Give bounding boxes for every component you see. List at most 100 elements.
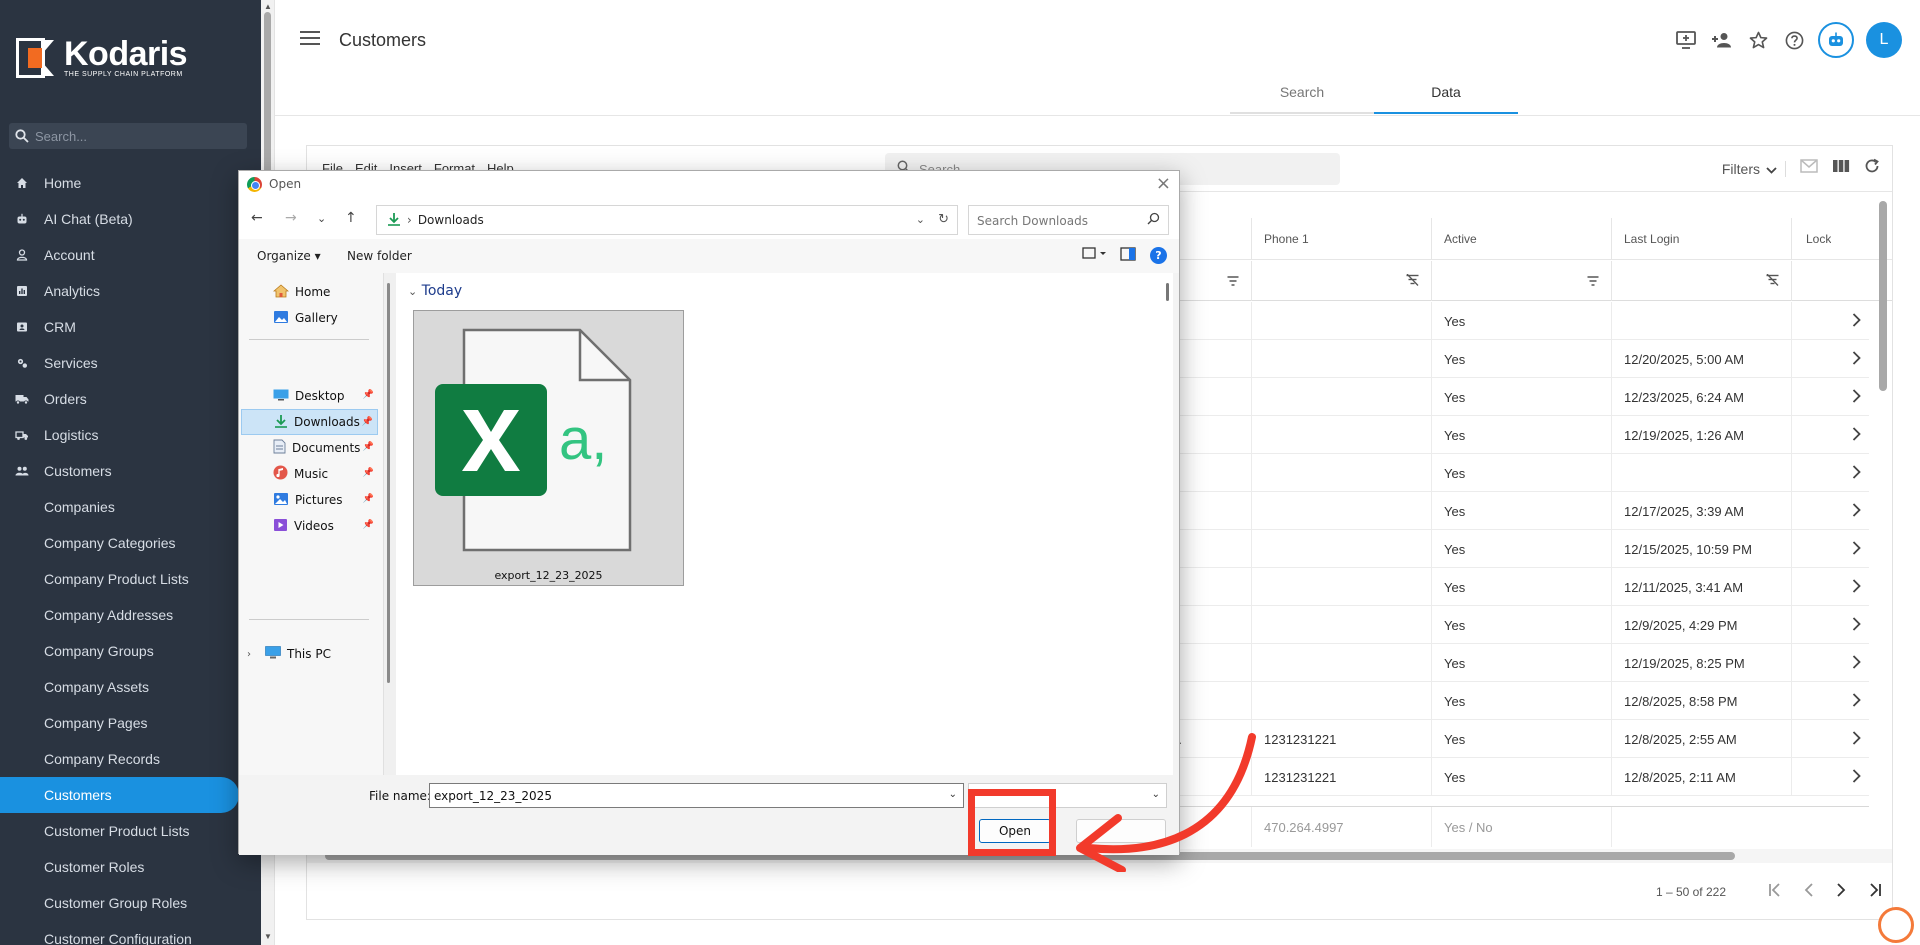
preview-pane-icon[interactable] (1120, 246, 1136, 265)
organize-button[interactable]: Organize ▾ (257, 249, 321, 263)
sidebar-subitem-company-addresses[interactable]: Company Addresses (0, 597, 261, 633)
row-chevron-right-icon[interactable] (1852, 617, 1861, 634)
refresh-icon[interactable] (1864, 158, 1880, 179)
downloads-search-box[interactable]: Search Downloads (968, 205, 1169, 235)
column-header-active[interactable]: Active (1431, 218, 1611, 260)
sidebar-subitem-company-records[interactable]: Company Records (0, 741, 261, 777)
pin-icon[interactable]: 📌 (363, 494, 374, 504)
sidebar-search-input[interactable] (35, 128, 235, 144)
sidebar-subitem-company-pages[interactable]: Company Pages (0, 705, 261, 741)
sidebar-subitem-customer-roles[interactable]: Customer Roles (0, 849, 261, 885)
sidebar-subitem-customer-product-lists[interactable]: Customer Product Lists (0, 813, 261, 849)
pin-icon[interactable]: 📌 (363, 520, 374, 530)
filter-cell-last-login[interactable] (1611, 261, 1791, 301)
add-person-icon[interactable] (1710, 28, 1734, 52)
forward-arrow-icon[interactable]: → (285, 210, 297, 226)
sidebar-item-logistics[interactable]: Logistics (0, 417, 261, 453)
filter-off-icon[interactable] (1406, 273, 1419, 291)
address-dropdown-icon[interactable]: ⌄ (916, 213, 925, 226)
back-arrow-icon[interactable]: ← (251, 210, 263, 226)
file-tile-export[interactable]: a, export_12_23_2025 (413, 310, 684, 586)
columns-icon[interactable] (1832, 159, 1850, 178)
tab-search[interactable]: Search (1230, 78, 1374, 114)
sidebar-subitem-company-groups[interactable]: Company Groups (0, 633, 261, 669)
sidebar-item-home[interactable]: Home (0, 165, 261, 201)
filter-icon[interactable] (1587, 273, 1599, 291)
row-chevron-right-icon[interactable] (1852, 389, 1861, 406)
nav-item-gallery[interactable]: Gallery (273, 305, 378, 331)
previous-page-icon[interactable] (1804, 883, 1814, 900)
file-list-scrollbar[interactable] (1163, 273, 1173, 775)
add-screen-icon[interactable] (1674, 28, 1698, 52)
pin-icon[interactable]: 📌 (362, 417, 373, 427)
row-chevron-right-icon[interactable] (1852, 693, 1861, 710)
row-chevron-right-icon[interactable] (1852, 541, 1861, 558)
sidebar-item-account[interactable]: Account (0, 237, 261, 273)
nav-item-home[interactable]: Home (272, 279, 378, 305)
row-chevron-right-icon[interactable] (1852, 655, 1861, 672)
first-page-icon[interactable] (1768, 883, 1782, 900)
nav-item-this-pc[interactable]: › This PC (247, 641, 377, 667)
next-page-icon[interactable] (1836, 883, 1846, 900)
nav-item-videos[interactable]: Videos 📌 (273, 513, 378, 539)
row-chevron-right-icon[interactable] (1852, 465, 1861, 482)
row-chevron-right-icon[interactable] (1852, 579, 1861, 596)
sidebar-item-customers[interactable]: Customers (0, 453, 261, 489)
kodaris-logo[interactable]: Kodaris THE SUPPLY CHAIN PLATFORM (15, 37, 188, 79)
user-avatar[interactable]: L (1866, 22, 1902, 58)
grid-vertical-scrollbar[interactable] (1876, 181, 1890, 821)
ai-assistant-robot-icon[interactable] (1818, 22, 1854, 58)
navigation-pane-scrollbar[interactable] (384, 273, 396, 775)
sidebar-search[interactable] (9, 123, 247, 149)
sidebar-item-analytics[interactable]: Analytics (0, 273, 261, 309)
nav-item-music[interactable]: Music 📌 (273, 461, 378, 487)
file-name-dropdown-icon[interactable]: ⌄ (949, 789, 957, 800)
scroll-up-arrow-icon[interactable]: ▲ (263, 2, 273, 12)
address-bar[interactable]: › Downloads ⌄ ↻ (376, 205, 958, 235)
nav-item-downloads[interactable]: Downloads 📌 (241, 409, 378, 435)
sidebar-subitem-customers[interactable]: Customers (0, 777, 239, 813)
row-chevron-right-icon[interactable] (1852, 427, 1861, 444)
star-icon[interactable] (1746, 28, 1770, 52)
mail-icon[interactable] (1800, 159, 1818, 178)
help-icon[interactable]: ? (1150, 247, 1167, 264)
filter-cell-active[interactable] (1431, 261, 1611, 301)
grid-vertical-scroll-thumb[interactable] (1879, 201, 1887, 391)
row-chevron-right-icon[interactable] (1852, 769, 1861, 786)
nav-item-pictures[interactable]: Pictures 📌 (273, 487, 378, 513)
group-header-today[interactable]: ⌄ Today (408, 283, 462, 299)
sidebar-subitem-companies[interactable]: Companies (0, 489, 261, 525)
row-chevron-right-icon[interactable] (1852, 351, 1861, 368)
column-header-phone1[interactable]: Phone 1 (1251, 218, 1431, 260)
view-mode-icon[interactable] (1082, 246, 1106, 265)
sidebar-subitem-company-categories[interactable]: Company Categories (0, 525, 261, 561)
last-page-icon[interactable] (1868, 883, 1882, 900)
support-chat-bubble-icon[interactable] (1878, 907, 1914, 943)
row-chevron-right-icon[interactable] (1852, 313, 1861, 330)
sidebar-item-crm[interactable]: CRM (0, 309, 261, 345)
sidebar-subitem-company-assets[interactable]: Company Assets (0, 669, 261, 705)
tab-data[interactable]: Data (1374, 78, 1518, 114)
nav-item-documents[interactable]: Documents 📌 (273, 435, 378, 461)
sidebar-item-services[interactable]: Services (0, 345, 261, 381)
scroll-down-arrow-icon[interactable]: ▼ (263, 932, 273, 942)
hamburger-menu-icon[interactable] (300, 31, 320, 47)
filter-off-icon[interactable] (1766, 273, 1779, 291)
sidebar-subitem-customer-configuration[interactable]: Customer Configuration (0, 921, 261, 945)
sidebar-item-ai-chat[interactable]: AI Chat (Beta) (0, 201, 261, 237)
filter-icon[interactable] (1227, 273, 1239, 291)
column-header-last-login[interactable]: Last Login (1611, 218, 1791, 260)
row-chevron-right-icon[interactable] (1852, 731, 1861, 748)
file-name-input[interactable]: export_12_23_2025 ⌄ (429, 783, 964, 808)
filter-cell-lock[interactable] (1791, 261, 1831, 301)
sidebar-subitem-company-product-lists[interactable]: Company Product Lists (0, 561, 261, 597)
pin-icon[interactable]: 📌 (363, 468, 374, 478)
pin-icon[interactable]: 📌 (363, 442, 374, 452)
column-header-lock[interactable]: Lock (1791, 218, 1831, 260)
dialog-title-bar[interactable]: Open × (239, 171, 1179, 197)
filters-button[interactable]: Filters (1722, 160, 1786, 177)
pin-icon[interactable]: 📌 (363, 390, 374, 400)
row-chevron-right-icon[interactable] (1852, 503, 1861, 520)
help-icon[interactable] (1782, 28, 1806, 52)
filter-cell-phone1[interactable] (1251, 261, 1431, 301)
